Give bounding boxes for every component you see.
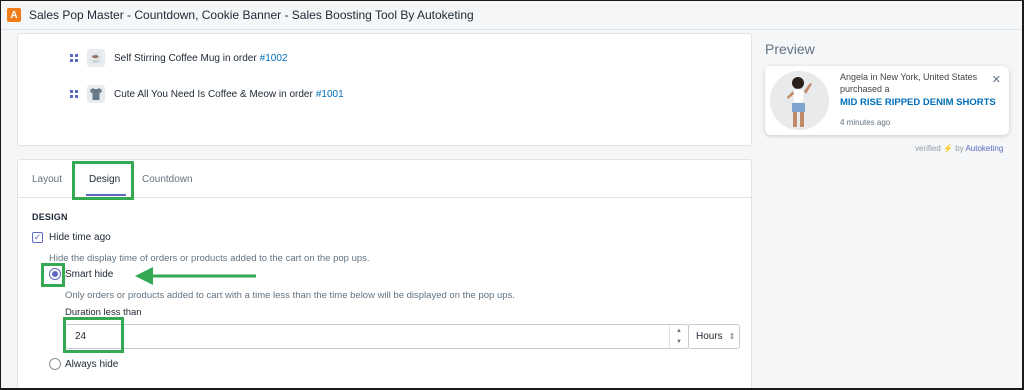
drag-handle-icon[interactable] xyxy=(70,54,78,62)
duration-stepper[interactable]: ▲ ▼ xyxy=(669,325,688,348)
app-window: A Sales Pop Master - Countdown, Cookie B… xyxy=(1,1,1022,388)
arrow-annotation-icon xyxy=(135,267,256,285)
hide-time-ago-checkbox[interactable]: ✓ xyxy=(32,232,43,243)
popup-buyer: Angela in New York, United States xyxy=(840,72,978,82)
always-hide-label: Always hide xyxy=(65,359,119,370)
duration-input[interactable]: 24 xyxy=(65,324,689,349)
app-logo-icon: A xyxy=(7,8,21,22)
smart-hide-label: Smart hide xyxy=(65,269,114,280)
order-product: Cute All You Need Is Coffee & Meow in or… xyxy=(114,88,313,100)
highlight-design-tab xyxy=(72,161,134,200)
tab-countdown[interactable]: Countdown xyxy=(142,174,193,185)
select-caret-icon: ⇕ xyxy=(728,332,736,341)
bolt-icon: ⚡ xyxy=(943,144,953,153)
tshirt-icon xyxy=(87,85,105,103)
popup-product-link[interactable]: MID RISE RIPPED DENIM SHORTS xyxy=(840,97,996,108)
autoketing-link[interactable]: Autoketing xyxy=(965,144,1003,153)
hide-time-ago-label: Hide time ago xyxy=(49,232,111,243)
sales-popup-preview: Angela in New York, United States purcha… xyxy=(765,66,1009,135)
order-item: Cute All You Need Is Coffee & Meow in or… xyxy=(70,85,344,103)
tab-layout[interactable]: Layout xyxy=(32,174,62,185)
order-link[interactable]: #1002 xyxy=(260,53,288,64)
highlight-smart-hide-radio xyxy=(41,263,65,287)
product-photo xyxy=(770,71,829,130)
preview-title: Preview xyxy=(765,41,815,57)
units-select[interactable]: Hours ⇕ xyxy=(688,324,740,349)
popup-time: 4 minutes ago xyxy=(840,118,891,127)
units-value: Hours xyxy=(696,331,723,342)
close-icon[interactable]: ✕ xyxy=(992,73,1001,86)
orders-card: ☕ Self Stirring Coffee Mug in order #100… xyxy=(17,33,752,146)
popup-action: purchased a xyxy=(840,84,890,94)
highlight-duration-input xyxy=(63,317,124,353)
chevron-up-icon[interactable]: ▲ xyxy=(676,328,682,334)
smart-hide-help: Only orders or products added to cart wi… xyxy=(65,290,515,301)
app-title: Sales Pop Master - Countdown, Cookie Ban… xyxy=(29,8,474,22)
section-title: DESIGN xyxy=(32,212,68,222)
title-bar: A Sales Pop Master - Countdown, Cookie B… xyxy=(1,1,1022,30)
order-product: Self Stirring Coffee Mug in order xyxy=(114,52,257,64)
drag-handle-icon[interactable] xyxy=(70,90,78,98)
verified-badge: verified ⚡ by Autoketing xyxy=(915,144,1003,153)
chevron-down-icon[interactable]: ▼ xyxy=(676,339,682,345)
verified-by-text: by xyxy=(955,144,964,153)
mug-icon: ☕ xyxy=(87,49,105,67)
always-hide-radio[interactable] xyxy=(49,358,61,370)
order-link[interactable]: #1001 xyxy=(316,89,344,100)
verified-text: verified xyxy=(915,144,941,153)
order-item: ☕ Self Stirring Coffee Mug in order #100… xyxy=(70,49,287,67)
